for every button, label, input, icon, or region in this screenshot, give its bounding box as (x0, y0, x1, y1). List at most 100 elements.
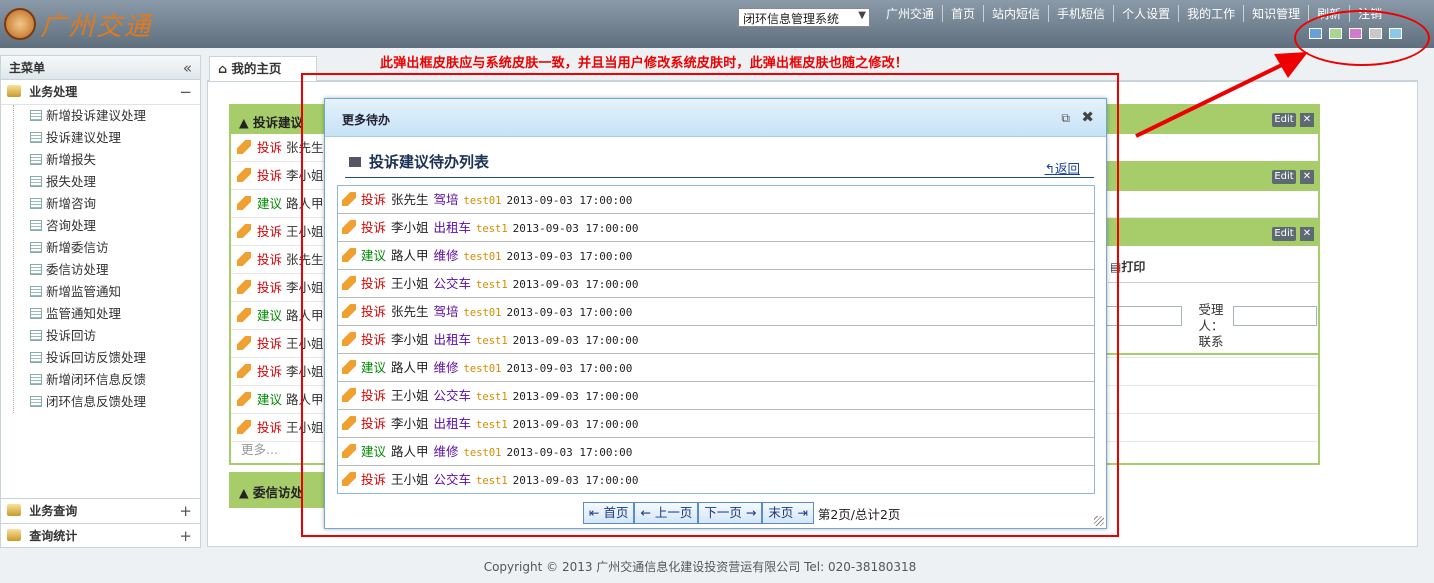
top-nav-item[interactable]: 知识管理 (1243, 5, 1308, 22)
row-category: 公交车 (433, 472, 472, 487)
todo-row[interactable]: 投诉 张先生 驾培 test01 2013-09-03 17:00:00 (338, 298, 1094, 326)
close-icon[interactable]: ✕ (1300, 227, 1314, 241)
todo-row[interactable]: 建议 路人甲 维修 test01 2013-09-03 17:00:00 (338, 354, 1094, 382)
logo-seal-icon (4, 8, 36, 40)
row-kind: 建议 (257, 392, 283, 407)
panel-2-header: Edit ✕ (1100, 161, 1320, 191)
row-time: 2013-09-03 17:00:00 (506, 362, 633, 375)
dialog-title: 更多待办 (342, 113, 391, 127)
top-nav-item[interactable]: 首页 (942, 5, 983, 22)
todo-row[interactable]: 投诉 张先生 驾培 test01 2013-09-03 17:00:00 (338, 186, 1094, 214)
sidebar-item-label: 新增报失 (46, 152, 97, 167)
pencil-icon (237, 420, 251, 434)
resize-handle[interactable] (1094, 516, 1104, 526)
back-icon: ↰ (1044, 161, 1055, 176)
edit-button[interactable]: Edit (1272, 227, 1296, 241)
sidebar-group-stats[interactable]: 查询统计 + (0, 523, 201, 548)
pencil-icon (342, 472, 356, 486)
handler-field[interactable] (1233, 306, 1317, 326)
sidebar-item[interactable]: 投诉回访 (30, 325, 200, 347)
logo-text: 广州交通 (40, 11, 153, 42)
prev-page-button[interactable]: ← 上一页 (634, 502, 699, 524)
close-icon[interactable]: ✕ (1300, 170, 1314, 184)
popout-icon[interactable]: ⧉ (1061, 111, 1070, 126)
expand-group-icon[interactable]: + (179, 524, 192, 549)
pencil-icon (342, 248, 356, 262)
sidebar-item[interactable]: 委信访处理 (30, 259, 200, 281)
pencil-icon (342, 276, 356, 290)
document-icon (30, 242, 42, 253)
row-category: 维修 (433, 248, 459, 263)
row-name: 王小姐 (391, 472, 429, 487)
pencil-icon (237, 140, 251, 154)
footer: Copyright © 2013 广州交通信息化建设投资营运有限公司 Tel: … (483, 560, 917, 574)
row-kind: 投诉 (361, 332, 387, 347)
row-user: test01 (463, 195, 502, 207)
row-category: 驾培 (433, 192, 459, 207)
row-user: test1 (476, 391, 508, 403)
sidebar-item[interactable]: 新增监管通知 (30, 281, 200, 303)
pencil-icon (342, 220, 356, 234)
expand-group-icon[interactable]: + (179, 499, 192, 524)
top-nav-item[interactable]: 手机短信 (1048, 5, 1113, 22)
todo-row[interactable]: 建议 路人甲 维修 test01 2013-09-03 17:00:00 (338, 242, 1094, 270)
todo-row[interactable]: 投诉 李小姐 出租车 test1 2013-09-03 17:00:00 (338, 326, 1094, 354)
todo-list: 投诉 张先生 驾培 test01 2013-09-03 17:00:00 投诉 李小姐 出租车… (337, 185, 1095, 494)
row-name: 王小姐 (391, 276, 429, 291)
row-time: 2013-09-03 17:00:00 (512, 334, 639, 347)
top-nav-item[interactable]: 站内短信 (983, 5, 1048, 22)
sidebar-item[interactable]: 咨询处理 (30, 215, 200, 237)
sidebar-item[interactable]: 投诉建议处理 (30, 127, 200, 149)
row-kind: 建议 (361, 444, 387, 459)
todo-row[interactable]: 投诉 王小姐 公交车 test1 2013-09-03 17:00:00 (338, 270, 1094, 298)
sidebar-item[interactable]: 闭环信息反馈处理 (30, 391, 200, 413)
document-icon (30, 330, 42, 341)
row-user: test1 (476, 223, 508, 235)
collapse-group-icon[interactable]: − (179, 80, 192, 105)
list-title: 投诉建议待办列表 (349, 151, 489, 172)
first-page-button[interactable]: ⇤ 首页 (583, 502, 635, 524)
row-kind: 投诉 (257, 168, 283, 183)
todo-row[interactable]: 投诉 王小姐 公交车 test1 2013-09-03 17:00:00 (338, 382, 1094, 410)
todo-row[interactable]: 投诉 李小姐 出租车 test1 2013-09-03 17:00:00 (338, 410, 1094, 438)
back-link[interactable]: ↰返回 (1045, 158, 1081, 177)
row-kind: 投诉 (361, 304, 387, 319)
page-info: 第2页/总计2页 (817, 506, 901, 522)
sidebar-item[interactable]: 投诉回访反馈处理 (30, 347, 200, 369)
last-page-button[interactable]: 末页 ⇥ (762, 502, 814, 524)
close-icon[interactable]: ✖ (1081, 108, 1094, 126)
todo-row[interactable]: 投诉 王小姐 公交车 test1 2013-09-03 17:00:00 (338, 466, 1094, 493)
todo-row[interactable]: 投诉 李小姐 出租车 test1 2013-09-03 17:00:00 (338, 214, 1094, 242)
document-icon (30, 132, 42, 143)
sidebar-header: 主菜单 « (1, 56, 200, 80)
panel-title: ▲ 委信访处 (239, 485, 303, 500)
row-time: 2013-09-03 17:00:00 (506, 194, 633, 207)
sidebar-item[interactable]: 新增咨询 (30, 193, 200, 215)
sidebar-group-business[interactable]: 业务处理 − (1, 80, 200, 105)
collapse-sidebar-icon[interactable]: « (183, 56, 192, 80)
edit-button[interactable]: Edit (1272, 170, 1296, 184)
sidebar-item[interactable]: 新增投诉建议处理 (30, 105, 200, 127)
row-time: 2013-09-03 17:00:00 (512, 278, 639, 291)
sidebar-item[interactable]: 报失处理 (30, 171, 200, 193)
top-nav-item[interactable]: 个人设置 (1113, 5, 1178, 22)
sidebar-group-query[interactable]: 业务查询 + (0, 498, 201, 523)
sidebar-item[interactable]: 新增委信访 (30, 237, 200, 259)
pencil-icon (237, 280, 251, 294)
row-kind: 投诉 (361, 416, 387, 431)
document-icon (30, 264, 42, 275)
sidebar-item[interactable]: 新增闭环信息反馈 (30, 369, 200, 391)
system-select[interactable]: 闭环信息管理系统 ▼ (738, 8, 870, 27)
top-nav-item[interactable]: 广州交通 (878, 5, 942, 22)
todo-row[interactable]: 建议 路人甲 维修 test01 2013-09-03 17:00:00 (338, 438, 1094, 466)
sidebar-item[interactable]: 新增报失 (30, 149, 200, 171)
sidebar-item[interactable]: 监管通知处理 (30, 303, 200, 325)
top-nav-item[interactable]: 我的工作 (1178, 5, 1243, 22)
row-kind: 投诉 (257, 252, 283, 267)
next-page-button[interactable]: 下一页 → (698, 502, 763, 524)
row-user: test01 (463, 307, 502, 319)
row-time: 2013-09-03 17:00:00 (512, 418, 639, 431)
row-kind: 投诉 (361, 472, 387, 487)
sidebar-title: 主菜单 (9, 61, 46, 75)
document-icon (30, 308, 42, 319)
